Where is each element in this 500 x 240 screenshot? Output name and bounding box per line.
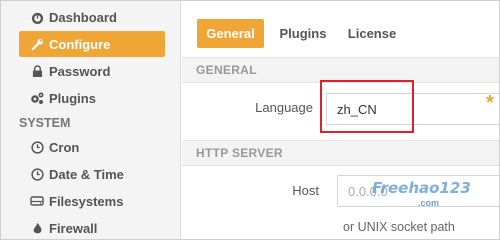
sidebar-item-label: Password — [49, 63, 111, 79]
sidebar-item-label: Cron — [49, 139, 80, 155]
clock-icon — [30, 140, 44, 154]
sidebar-item-dashboard[interactable]: Dashboard — [19, 4, 165, 30]
lock-icon — [30, 64, 44, 78]
required-marker: * — [486, 92, 494, 114]
tab-plugins[interactable]: Plugins — [273, 19, 333, 48]
sidebar-item-label: Filesystems — [49, 193, 124, 209]
sidebar-item-label: Date & Time — [49, 166, 124, 182]
language-label: Language — [255, 100, 313, 115]
language-input[interactable] — [326, 93, 499, 125]
section-header-general: GENERAL — [182, 57, 499, 83]
sidebar-item-configure[interactable]: Configure — [19, 31, 165, 57]
tab-license[interactable]: License — [342, 19, 402, 48]
sidebar-item-cron[interactable]: Cron — [19, 134, 165, 160]
main-panel: General Plugins License GENERAL Language… — [182, 1, 499, 239]
sidebar-item-label: Plugins — [49, 90, 96, 106]
clock-icon — [30, 167, 44, 181]
sidebar: Dashboard Configure Password Plugins SYS… — [1, 1, 181, 239]
sidebar-item-plugins[interactable]: Plugins — [19, 85, 165, 111]
sidebar-item-label: Configure — [49, 36, 111, 52]
host-help-text: or UNIX socket path — [343, 220, 455, 234]
wrench-icon — [30, 37, 44, 51]
fire-icon — [30, 221, 44, 235]
sidebar-item-password[interactable]: Password — [19, 58, 165, 84]
drive-icon — [30, 194, 44, 208]
gears-icon — [30, 91, 44, 105]
sidebar-item-date-time[interactable]: Date & Time — [19, 161, 165, 187]
section-header-http-server: HTTP SERVER — [182, 140, 499, 166]
app-window: Dashboard Configure Password Plugins SYS… — [0, 0, 500, 240]
watermark-sub: .com — [418, 198, 440, 208]
dashboard-icon — [30, 10, 44, 24]
sidebar-item-label: Firewall — [49, 220, 98, 236]
sidebar-section-system: SYSTEM — [19, 116, 71, 130]
tab-general[interactable]: General — [197, 19, 264, 48]
sidebar-item-label: Dashboard — [49, 9, 117, 25]
watermark: Freehao123 — [372, 179, 471, 197]
sidebar-item-filesystems[interactable]: Filesystems — [19, 188, 165, 214]
host-label: Host — [292, 183, 319, 198]
sidebar-item-firewall[interactable]: Firewall — [19, 215, 165, 239]
